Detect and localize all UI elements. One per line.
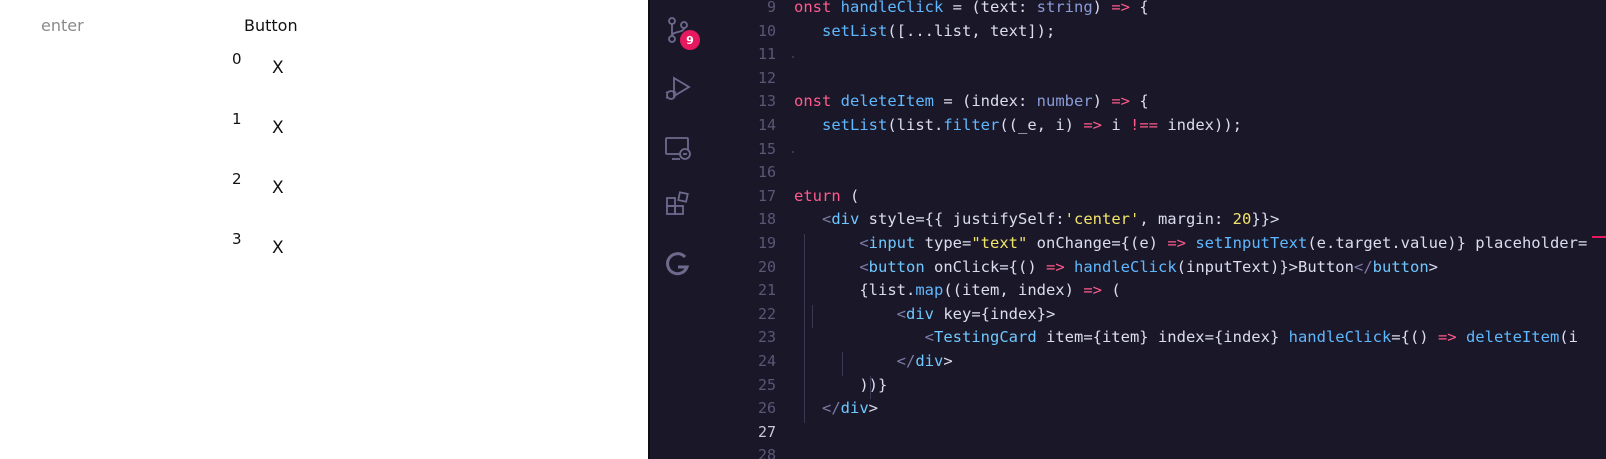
line-number: 9 xyxy=(766,0,776,16)
code-line: <div key={index}> xyxy=(896,304,1056,323)
code-line: eturn ( xyxy=(794,186,860,205)
line-number: 12 xyxy=(757,68,776,87)
line-number: 27 xyxy=(757,422,776,441)
indent-guide xyxy=(812,304,813,329)
line-number: 13 xyxy=(757,92,776,111)
line-number: 21 xyxy=(757,281,776,300)
line-number: 17 xyxy=(757,186,776,205)
line-number: 25 xyxy=(757,375,776,394)
indent-guide xyxy=(870,375,871,400)
code-line: {list.map((item, index) => ( xyxy=(794,281,1121,300)
source-control-badge: 9 xyxy=(680,30,700,50)
whitespace-marker xyxy=(792,56,794,59)
activity-run-debug[interactable] xyxy=(660,72,696,108)
line-number: 19 xyxy=(757,234,776,252)
list-item: 0 X xyxy=(226,50,306,90)
line-number: 24 xyxy=(757,352,776,370)
line-number: 10 xyxy=(757,21,776,40)
code-line: <TestingCard item={item} index={index} h… xyxy=(924,328,1578,347)
activity-remote-explorer[interactable] xyxy=(660,132,696,168)
text-input[interactable] xyxy=(38,12,234,38)
code-line: setList(list.filter((_e, i) => i !== ind… xyxy=(822,116,1242,134)
app-preview: Button 0 X 1 X 2 X 3 X xyxy=(0,0,648,459)
indent-guide xyxy=(842,352,843,376)
gitlens-icon xyxy=(663,249,693,284)
indent-guide xyxy=(804,304,805,423)
whitespace-marker xyxy=(792,150,794,153)
run-debug-icon xyxy=(663,73,693,108)
remote-explorer-icon xyxy=(663,133,693,168)
activity-source-control[interactable]: 9 xyxy=(660,14,700,50)
code-line: </div> xyxy=(822,399,879,418)
code-line: ))} xyxy=(794,375,888,394)
line-number: 28 xyxy=(757,446,776,459)
code-line: setList([...list, text]); xyxy=(822,21,1056,40)
code-line: <button onClick={() => handleClick(input… xyxy=(859,257,1438,276)
delete-item-button[interactable]: X xyxy=(270,58,286,78)
item-index: 0 xyxy=(232,50,242,68)
line-number: 26 xyxy=(757,399,776,418)
line-number: 22 xyxy=(757,304,776,323)
list-item: 1 X xyxy=(226,110,306,150)
list-item: 2 X xyxy=(226,170,306,210)
code-line: <input type="text" onChange={(e) => setI… xyxy=(859,234,1588,252)
delete-item-button[interactable]: X xyxy=(270,118,286,138)
code-line: onst handleClick = (text: string) => { xyxy=(794,0,1149,16)
delete-item-button[interactable]: X xyxy=(270,178,286,198)
activity-extensions[interactable] xyxy=(660,188,696,224)
line-number: 23 xyxy=(757,328,776,347)
indent-guide xyxy=(804,234,805,305)
line-number: 15 xyxy=(757,139,776,158)
code-line: onst deleteItem = (index: number) => { xyxy=(794,92,1149,111)
item-index: 3 xyxy=(232,230,242,248)
code-line: <div style={{ justifySelf:'center', marg… xyxy=(822,210,1280,229)
overflow-marker xyxy=(1592,236,1606,238)
add-button[interactable]: Button xyxy=(236,12,306,38)
line-number: 16 xyxy=(757,163,776,182)
line-number: 18 xyxy=(757,210,776,229)
line-number: 20 xyxy=(757,257,776,276)
item-index: 1 xyxy=(232,110,242,128)
item-index: 2 xyxy=(232,170,242,188)
activity-bar: 9 xyxy=(650,0,708,459)
code-area[interactable]: onst handleClick = (text: string) => { s… xyxy=(792,0,1606,459)
delete-item-button[interactable]: X xyxy=(270,238,286,258)
list-item: 3 X xyxy=(226,230,306,270)
extensions-icon xyxy=(663,189,693,224)
activity-gitlens[interactable] xyxy=(660,248,696,284)
code-line: </div> xyxy=(896,352,953,370)
line-number: 11 xyxy=(757,45,776,64)
line-number: 14 xyxy=(757,116,776,134)
